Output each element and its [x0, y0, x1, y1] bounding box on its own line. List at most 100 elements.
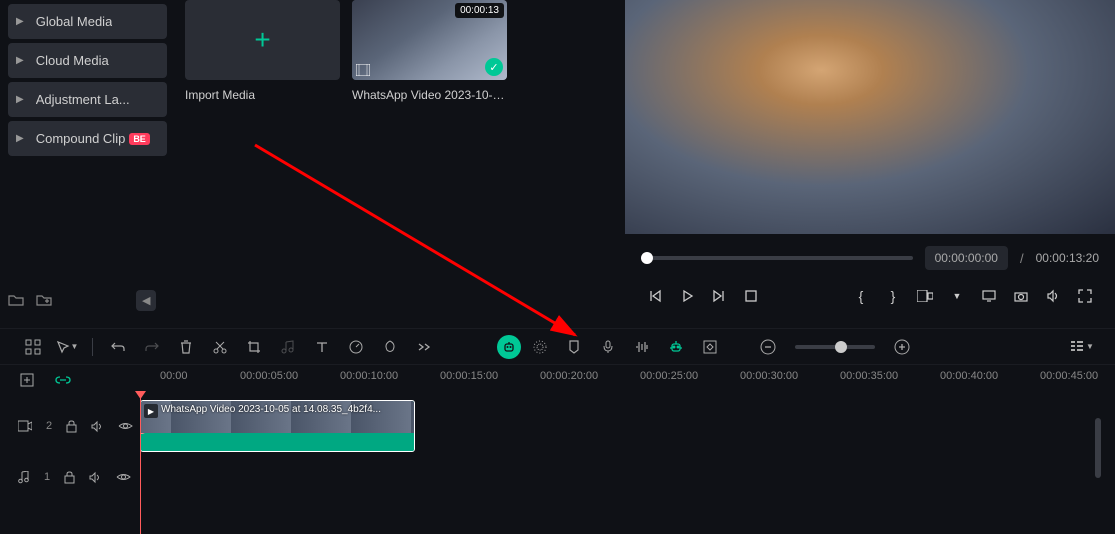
total-time: 00:00:13:20: [1036, 251, 1099, 265]
progress-handle[interactable]: [641, 252, 653, 264]
progress-bar[interactable]: [641, 256, 913, 260]
film-icon: [356, 64, 370, 76]
zoom-out-icon[interactable]: [753, 333, 783, 361]
brace-close-icon[interactable]: }: [879, 282, 907, 310]
audio-sync-icon[interactable]: [627, 333, 657, 361]
sidebar-item-global-media[interactable]: ▶ Global Media: [8, 4, 167, 39]
sidebar-item-label: Adjustment La...: [36, 92, 130, 107]
sidebar: ▶ Global Media ▶ Cloud Media ▶ Adjustmen…: [0, 0, 175, 318]
link-icon[interactable]: [54, 366, 72, 394]
chevron-right-icon: ▶: [16, 133, 24, 144]
timeline: 00:00 00:00:05:00 00:00:10:00 00:00:15:0…: [0, 364, 1115, 496]
sidebar-item-compound-clip[interactable]: ▶ Compound Clip BE: [8, 121, 167, 156]
timeline-scrollbar[interactable]: [1095, 418, 1101, 478]
zoom-in-icon[interactable]: [887, 333, 917, 361]
clip-name: WhatsApp Video 2023-10-05 at 14.08.35_4b…: [161, 404, 381, 415]
media-clip-item[interactable]: 00:00:13 ✓ WhatsApp Video 2023-10-05...: [352, 0, 507, 318]
time-separator: /: [1020, 251, 1024, 266]
music-icon[interactable]: [273, 333, 303, 361]
ruler-tick: 00:00:15:00: [440, 370, 498, 382]
add-track-icon[interactable]: [18, 366, 36, 394]
import-media-button[interactable]: + Import Media: [185, 0, 340, 318]
undo-icon[interactable]: [103, 333, 133, 361]
ruler-tick: 00:00:40:00: [940, 370, 998, 382]
audio-track-icon: [18, 471, 30, 484]
color-icon[interactable]: [375, 333, 405, 361]
brace-open-icon[interactable]: {: [847, 282, 875, 310]
ruler-tick: 00:00:30:00: [740, 370, 798, 382]
folder-down-icon[interactable]: [8, 293, 24, 307]
visibility-icon[interactable]: [118, 421, 133, 431]
lock-icon[interactable]: [66, 420, 77, 433]
check-icon: ✓: [485, 58, 503, 76]
keyframe-icon[interactable]: [695, 333, 725, 361]
delete-icon[interactable]: [171, 333, 201, 361]
mute-icon[interactable]: [91, 420, 104, 433]
crop-icon[interactable]: [239, 333, 269, 361]
sidebar-item-cloud-media[interactable]: ▶ Cloud Media: [8, 43, 167, 78]
marker-icon[interactable]: [559, 333, 589, 361]
monitor-icon[interactable]: [975, 282, 1003, 310]
mic-icon[interactable]: [593, 333, 623, 361]
fullscreen-icon[interactable]: [1071, 282, 1099, 310]
ruler-tick: 00:00: [160, 370, 188, 382]
timeline-ruler[interactable]: 00:00 00:00:05:00 00:00:10:00 00:00:15:0…: [160, 368, 1097, 392]
preview-panel: 00:00:00:00 / 00:00:13:20 { } ▼: [625, 0, 1115, 318]
stop-icon[interactable]: [737, 282, 765, 310]
aspect-icon[interactable]: [911, 282, 939, 310]
more-icon[interactable]: [409, 333, 439, 361]
ruler-tick: 00:00:20:00: [540, 370, 598, 382]
clip-play-icon: ▶: [144, 404, 158, 418]
ai-tools-icon[interactable]: [661, 333, 691, 361]
chevron-right-icon: ▶: [16, 16, 24, 27]
media-clip-label: WhatsApp Video 2023-10-05...: [352, 88, 507, 102]
play-icon[interactable]: [673, 282, 701, 310]
redo-icon[interactable]: [137, 333, 167, 361]
zoom-handle[interactable]: [835, 341, 847, 353]
ruler-tick: 00:00:45:00: [1040, 370, 1098, 382]
text-icon[interactable]: [307, 333, 337, 361]
sidebar-item-label: Compound Clip: [36, 131, 126, 146]
cursor-icon[interactable]: ▼: [52, 333, 82, 361]
current-time: 00:00:00:00: [925, 246, 1008, 270]
visibility-icon[interactable]: [116, 472, 131, 482]
ai-robot-icon[interactable]: [497, 335, 521, 359]
mute-icon[interactable]: [89, 471, 102, 484]
plus-icon: +: [254, 24, 270, 56]
lock-icon[interactable]: [64, 471, 75, 484]
ruler-tick: 00:00:35:00: [840, 370, 898, 382]
audio-track[interactable]: 1: [0, 458, 1115, 496]
sidebar-item-label: Cloud Media: [36, 53, 109, 68]
duration-badge: 00:00:13: [455, 3, 504, 18]
timeline-toolbar: ▼ ▼: [0, 328, 1115, 364]
step-forward-icon[interactable]: [705, 282, 733, 310]
timeline-clip[interactable]: ▶ WhatsApp Video 2023-10-05 at 14.08.35_…: [140, 400, 415, 452]
video-track-icon: [18, 420, 32, 432]
sidebar-item-label: Global Media: [36, 14, 113, 29]
cut-icon[interactable]: [205, 333, 235, 361]
ruler-tick: 00:00:05:00: [240, 370, 298, 382]
track-number: 1: [44, 471, 50, 483]
volume-icon[interactable]: [1039, 282, 1067, 310]
collapse-sidebar-icon[interactable]: ◀: [136, 290, 156, 311]
step-back-icon[interactable]: [641, 282, 669, 310]
chevron-down-icon[interactable]: ▼: [943, 282, 971, 310]
video-track[interactable]: 2 ▶ WhatsApp Video 2023-10-05 at 14.08.3…: [0, 394, 1115, 458]
preview-video[interactable]: [625, 0, 1115, 234]
snap-icon[interactable]: [18, 333, 48, 361]
import-media-label: Import Media: [185, 88, 340, 102]
speed-icon[interactable]: [341, 333, 371, 361]
playhead[interactable]: [140, 394, 141, 534]
track-number: 2: [46, 420, 52, 432]
media-panel: + Import Media 00:00:13 ✓ WhatsApp Video…: [175, 0, 625, 318]
sidebar-item-adjustment-layer[interactable]: ▶ Adjustment La...: [8, 82, 167, 117]
camera-icon[interactable]: [1007, 282, 1035, 310]
folder-add-icon[interactable]: [36, 293, 52, 307]
zoom-slider[interactable]: [795, 345, 875, 349]
effects-icon[interactable]: [525, 333, 555, 361]
clip-audio-wave: [141, 433, 414, 451]
ruler-tick: 00:00:25:00: [640, 370, 698, 382]
beta-badge: BE: [129, 133, 150, 145]
view-options-icon[interactable]: ▼: [1067, 333, 1097, 361]
chevron-right-icon: ▶: [16, 55, 24, 66]
